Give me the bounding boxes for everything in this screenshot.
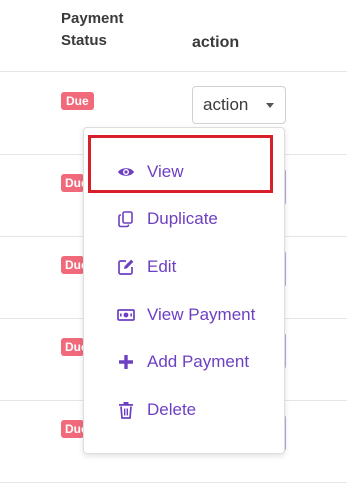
menu-item-label: Add Payment: [147, 352, 250, 371]
money-icon: [117, 306, 135, 324]
status-badge: Due: [61, 174, 84, 192]
menu-item-label: Edit: [147, 257, 177, 276]
action-header: action: [192, 34, 240, 51]
table-header: Payment Status action: [0, 0, 347, 72]
trash-icon: [117, 401, 135, 419]
highlight-box: [88, 135, 273, 193]
menu-item-add-payment[interactable]: Add Payment: [84, 342, 284, 382]
menu-item-delete[interactable]: Delete: [84, 390, 284, 430]
action-dropdown-button[interactable]: action: [192, 86, 286, 124]
menu-item-edit[interactable]: Edit: [84, 247, 284, 287]
caret-down-icon: [266, 103, 274, 108]
menu-item-duplicate[interactable]: Duplicate: [84, 199, 284, 239]
payment-status-header: Payment Status: [61, 10, 124, 49]
menu-item-label: Delete: [147, 400, 197, 419]
status-badge: Due: [61, 420, 84, 438]
copy-icon: [117, 210, 135, 228]
menu-item-label: Duplicate: [147, 209, 218, 228]
action-dropdown-menu: View Duplicate Edit View Payment Add Pay…: [83, 127, 285, 454]
status-badge: Due: [61, 92, 94, 110]
status-badge: Due: [61, 338, 84, 356]
edit-icon: [117, 258, 135, 276]
plus-icon: [117, 353, 135, 371]
action-dropdown-label: action: [203, 95, 249, 114]
status-badge: Due: [61, 256, 84, 274]
menu-item-view-payment[interactable]: View Payment: [84, 295, 284, 335]
menu-item-label: View Payment: [147, 305, 256, 324]
